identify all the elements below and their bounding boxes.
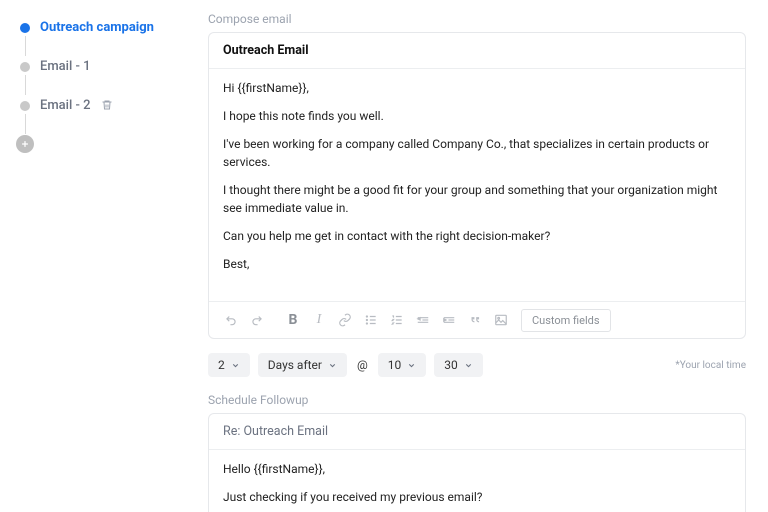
followup-body[interactable]: Hello {{firstName}}, Just checking if yo… — [209, 450, 745, 512]
unit-select[interactable]: Days after — [258, 353, 347, 377]
compose-section-label: Compose email — [208, 12, 746, 26]
bold-icon[interactable]: B — [281, 308, 305, 332]
undo-icon[interactable] — [219, 308, 243, 332]
bullet-list-icon[interactable] — [359, 308, 383, 332]
main-panel: Compose email Outreach Email Hi {{firstN… — [200, 0, 768, 512]
schedule-row: 2 Days after @ 10 30 *Your local time — [208, 353, 746, 377]
italic-icon[interactable]: I — [307, 308, 331, 332]
redo-icon[interactable] — [245, 308, 269, 332]
step-dot-icon — [20, 62, 30, 72]
body-paragraph: Just checking if you received my previou… — [223, 488, 731, 506]
numbered-list-icon[interactable] — [385, 308, 409, 332]
followup-card: Re: Outreach Email Hello {{firstName}}, … — [208, 413, 746, 512]
step-label: Email - 1 — [40, 59, 91, 74]
link-icon[interactable] — [333, 308, 357, 332]
sidebar: Outreach campaign Email - 1 Email - 2 — [0, 0, 200, 512]
body-paragraph: Hi {{firstName}}, — [223, 79, 731, 97]
minute-value: 30 — [444, 358, 458, 372]
indent-icon[interactable] — [437, 308, 461, 332]
body-paragraph: I hope this note finds you well. — [223, 107, 731, 125]
email-body[interactable]: Hi {{firstName}}, I hope this note finds… — [209, 69, 745, 301]
compose-card: Outreach Email Hi {{firstName}}, I hope … — [208, 32, 746, 339]
step-dot-icon — [20, 101, 30, 111]
quote-icon[interactable] — [463, 308, 487, 332]
at-symbol: @ — [355, 358, 370, 372]
days-count-select[interactable]: 2 — [208, 353, 250, 377]
step-label: Email - 2 — [40, 98, 91, 113]
unit-label: Days after — [268, 358, 322, 372]
followup-subject-field[interactable]: Re: Outreach Email — [209, 414, 745, 450]
custom-fields-button[interactable]: Custom fields — [521, 309, 611, 332]
days-count-value: 2 — [218, 358, 225, 372]
image-icon[interactable] — [489, 308, 513, 332]
trash-icon[interactable] — [101, 99, 113, 112]
step-email-1[interactable]: Email - 1 — [20, 53, 194, 92]
body-paragraph: Hello {{firstName}}, — [223, 460, 731, 478]
add-step-button[interactable] — [16, 135, 34, 153]
step-label: Outreach campaign — [40, 20, 154, 35]
hour-select[interactable]: 10 — [378, 353, 427, 377]
step-outreach-campaign[interactable]: Outreach campaign — [20, 14, 194, 53]
body-paragraph: I've been working for a company called C… — [223, 135, 731, 171]
local-time-note: *Your local time — [675, 360, 746, 371]
hour-value: 10 — [388, 358, 402, 372]
step-dot-icon — [20, 23, 30, 33]
editor-toolbar: B I Custom fields — [209, 301, 745, 338]
step-email-2[interactable]: Email - 2 — [20, 92, 194, 131]
body-paragraph: I thought there might be a good fit for … — [223, 181, 731, 217]
outdent-icon[interactable] — [411, 308, 435, 332]
followup-section-label: Schedule Followup — [208, 393, 746, 407]
minute-select[interactable]: 30 — [434, 353, 483, 377]
body-paragraph: Can you help me get in contact with the … — [223, 227, 731, 245]
subject-field[interactable]: Outreach Email — [209, 33, 745, 69]
body-paragraph: Best, — [223, 255, 731, 273]
